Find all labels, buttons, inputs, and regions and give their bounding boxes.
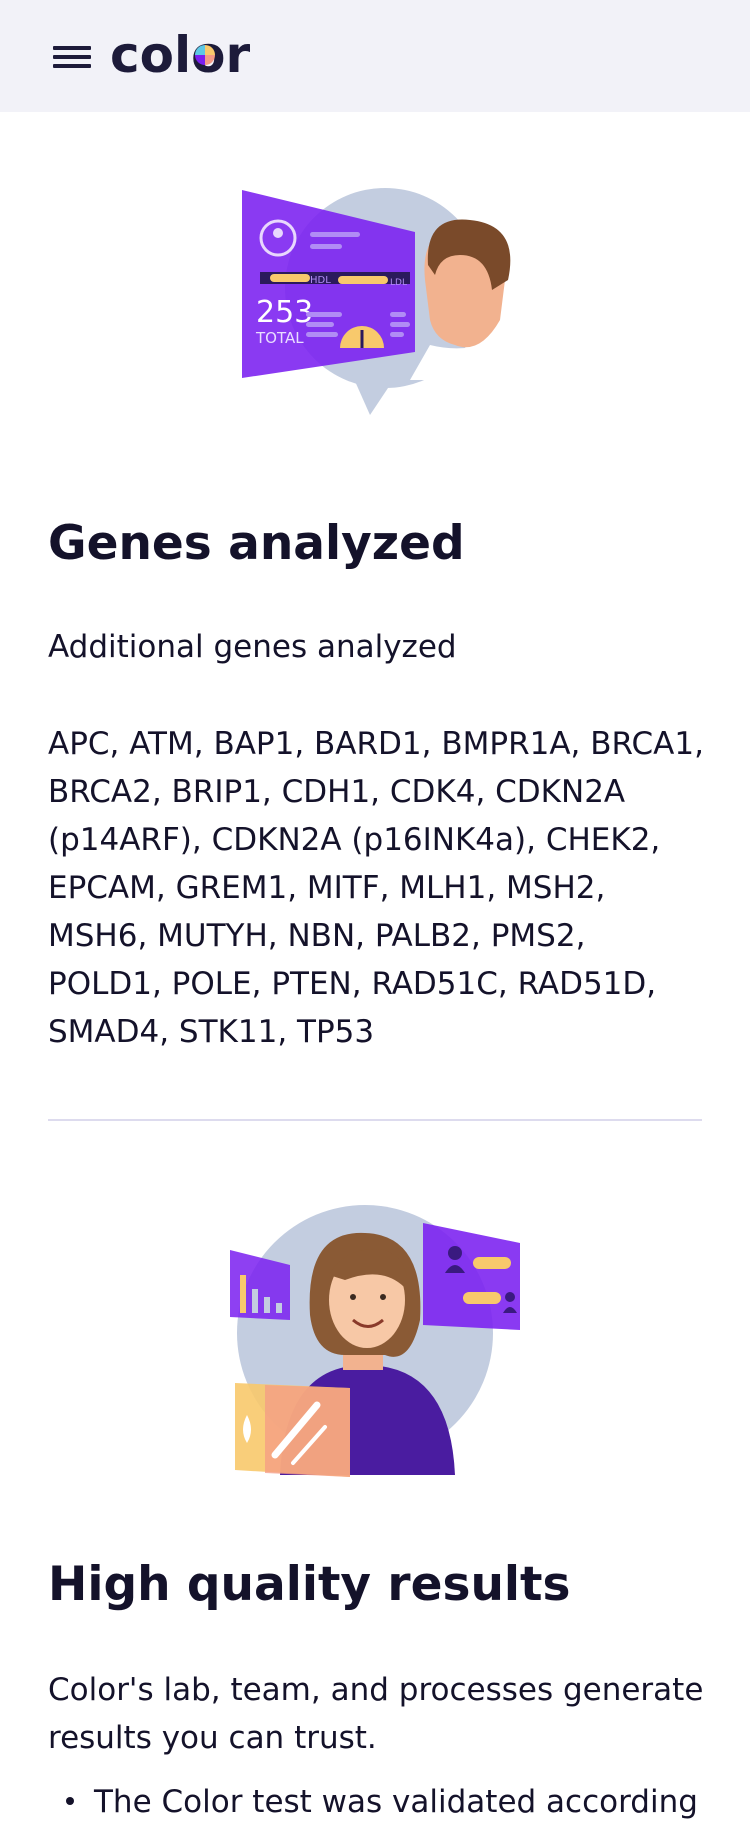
section-divider	[48, 1119, 702, 1121]
section-title-quality: High quality results	[48, 1557, 571, 1612]
color-logo[interactable]: color	[110, 20, 260, 90]
bullet-text: The Color test was validated according	[94, 1784, 698, 1820]
hamburger-menu-icon[interactable]	[50, 40, 94, 74]
logo-color-wheel-icon	[195, 45, 215, 65]
smiling-woman-lab-illustration	[230, 1205, 520, 1477]
section-title-genes: Genes analyzed	[48, 516, 465, 571]
cholesterol-dashboard-illustration: HDL LDL 253 TOTAL	[242, 188, 515, 415]
genes-list: APC, ATM, BAP1, BARD1, BMPR1A, BRCA1, BR…	[48, 726, 704, 1050]
ldl-label: LDL	[390, 278, 407, 288]
logo-text: color	[110, 26, 250, 84]
top-bar: color	[0, 0, 750, 112]
bullet-icon	[66, 1796, 74, 1805]
quality-bullet-item: The Color test was validated according	[66, 1778, 726, 1826]
total-value: 253	[256, 295, 313, 330]
hdl-label: HDL	[310, 275, 331, 286]
total-label: TOTAL	[255, 329, 304, 347]
quality-lead: Color's lab, team, and processes generat…	[48, 1672, 704, 1756]
genes-subtitle: Additional genes analyzed	[48, 629, 457, 665]
